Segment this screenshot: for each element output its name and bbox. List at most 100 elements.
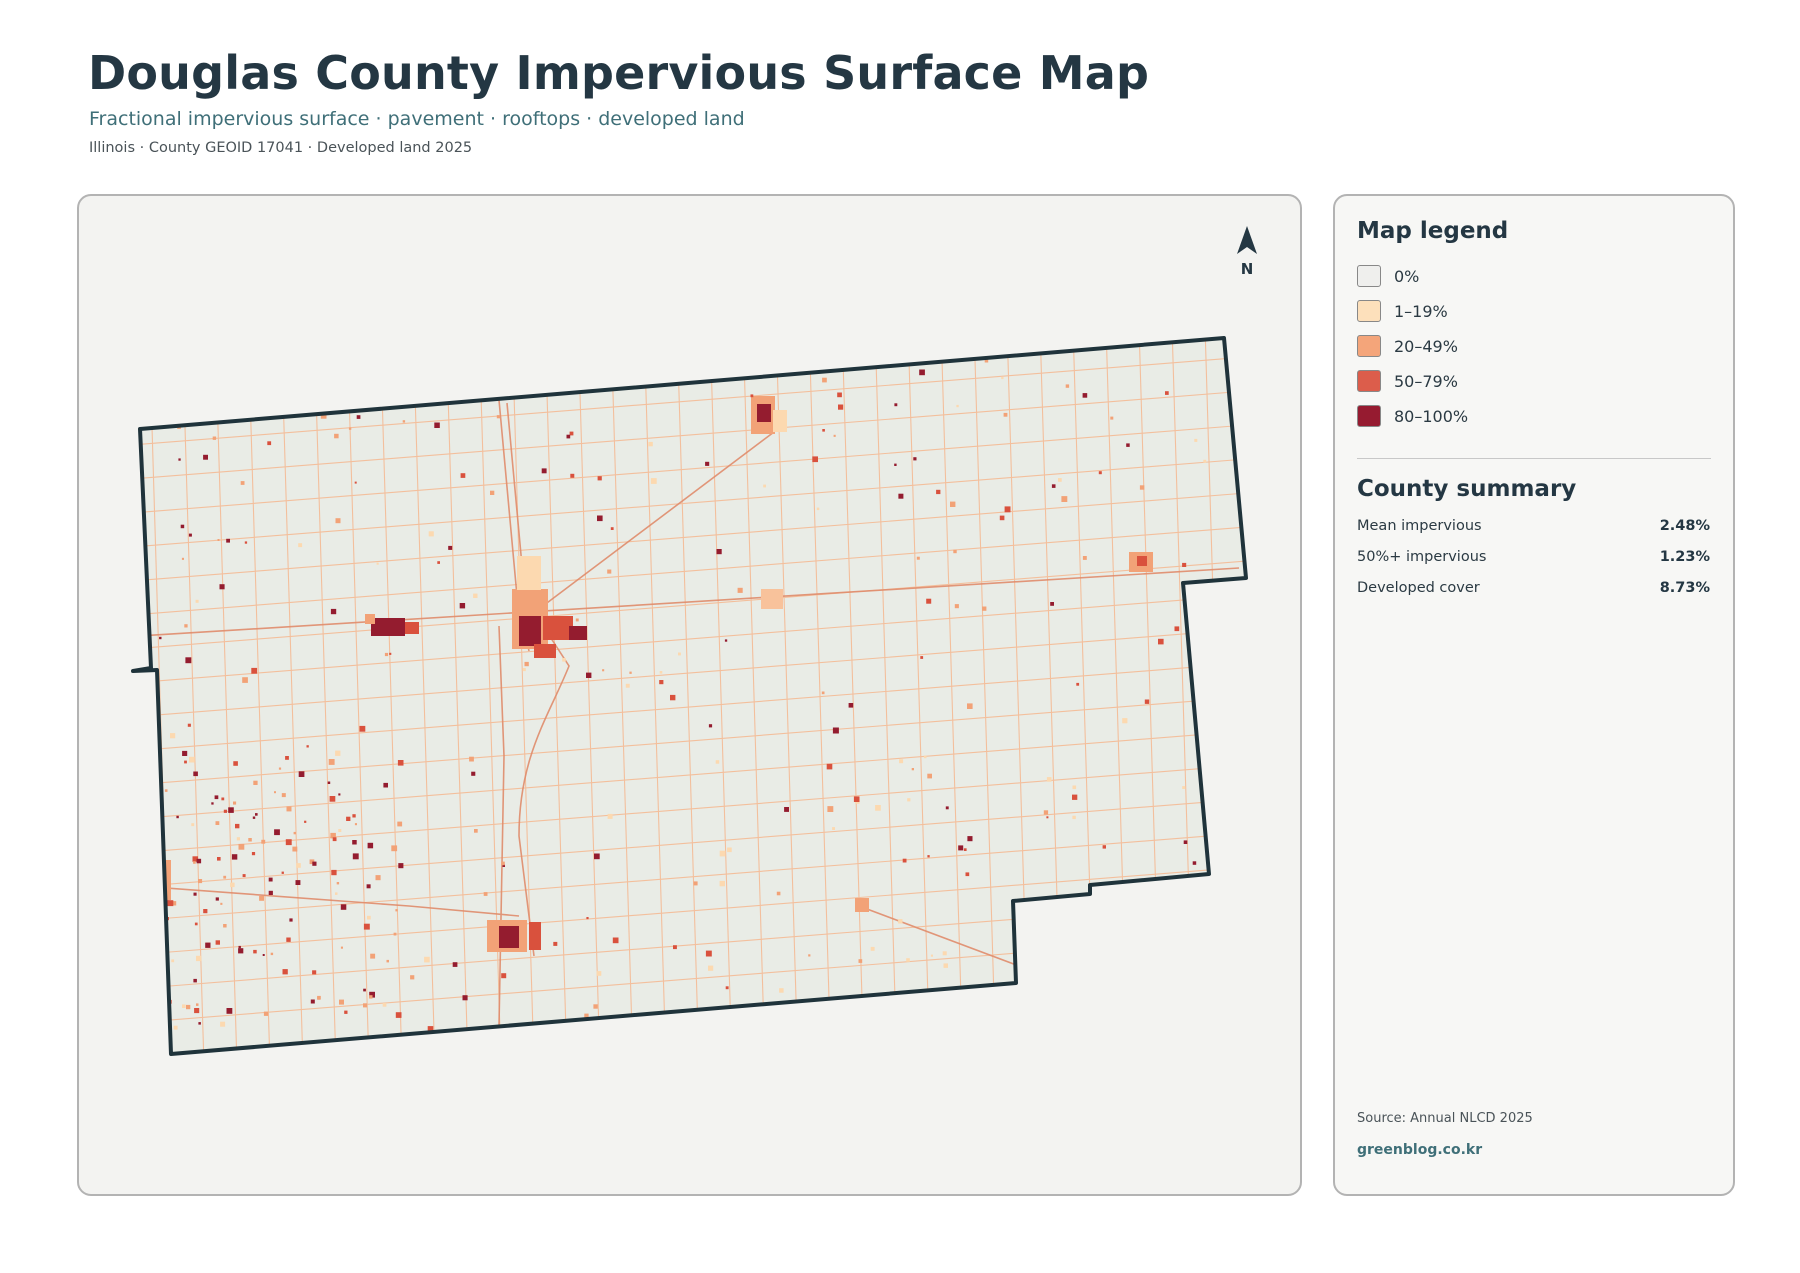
development-patch [354, 823, 357, 826]
development-patch [263, 1011, 269, 1016]
development-patch [1072, 785, 1077, 790]
development-patch [607, 569, 612, 574]
development-patch [481, 370, 486, 374]
development-patch [954, 604, 959, 609]
development-patch [1206, 658, 1210, 663]
development-patch [779, 988, 784, 993]
development-patch [927, 855, 930, 858]
development-patch [203, 454, 208, 460]
development-patch [336, 882, 340, 885]
development-patch [575, 618, 579, 622]
development-patch [1003, 412, 1008, 417]
development-patch [597, 476, 602, 481]
development-patch [490, 490, 495, 495]
development-patch [338, 793, 341, 796]
development-patch [596, 971, 602, 976]
development-patch [230, 882, 235, 888]
town-south [487, 920, 541, 952]
development-patch [196, 1003, 199, 1006]
development-patch [982, 606, 987, 611]
development-patch [191, 823, 195, 827]
development-patch [141, 971, 147, 978]
development-patch [236, 837, 240, 841]
development-patch [410, 975, 415, 980]
development-patch [705, 950, 712, 957]
development-patch [167, 900, 174, 907]
stat-label: Developed cover [1357, 580, 1480, 596]
map-panel[interactable]: N [77, 194, 1302, 1196]
development-patch [501, 973, 507, 979]
development-patch [312, 861, 317, 866]
development-patch [395, 1012, 402, 1018]
development-patch [875, 805, 881, 811]
development-patch [285, 756, 289, 760]
development-patch [293, 831, 296, 835]
development-patch [261, 839, 266, 844]
development-patch [719, 880, 725, 887]
development-patch [354, 481, 357, 484]
development-patch [610, 527, 614, 530]
development-patch [426, 353, 429, 356]
development-patch [386, 959, 389, 963]
development-patch [259, 895, 264, 901]
development-patch [1082, 393, 1088, 398]
development-patch [157, 931, 163, 938]
development-patch [203, 909, 208, 914]
development-patch [522, 668, 526, 672]
development-patch [926, 598, 932, 604]
development-patch [822, 429, 825, 432]
development-patch [251, 667, 258, 674]
development-patch [827, 806, 834, 812]
county-map[interactable]: N [79, 196, 1302, 1196]
source-note: Source: Annual NLCD 2025 [1357, 1111, 1533, 1126]
development-patch [1046, 816, 1049, 819]
development-patch [1058, 478, 1062, 482]
development-patch [214, 795, 219, 800]
development-patch [755, 355, 760, 360]
development-patch [283, 347, 289, 353]
development-patch [1110, 416, 1114, 420]
development-patch [317, 995, 321, 1000]
development-patch [826, 763, 833, 770]
development-patch [1050, 602, 1054, 606]
legend-swatch [1357, 335, 1381, 357]
development-patch [268, 877, 273, 882]
page-caption: Illinois · County GEOID 17041 · Develope… [89, 140, 473, 156]
development-patch [673, 347, 678, 352]
legend-label: 0% [1394, 266, 1420, 286]
development-patch [304, 820, 307, 823]
development-patch [375, 875, 381, 881]
development-patch [205, 942, 211, 948]
development-patch [363, 1003, 368, 1008]
development-patch [913, 457, 917, 461]
development-patch [150, 848, 154, 851]
development-patch [812, 456, 818, 463]
development-patch [334, 433, 339, 439]
development-patch [366, 884, 371, 889]
development-patch [359, 725, 366, 732]
development-patch [833, 434, 836, 437]
development-patch [848, 703, 854, 708]
development-patch [335, 892, 338, 895]
development-patch [164, 789, 168, 792]
grid-road [119, 1070, 1259, 1160]
development-patch [927, 773, 932, 779]
development-patch [373, 351, 378, 357]
development-patch [1065, 384, 1070, 388]
development-patch [963, 848, 967, 851]
legend-item: 20–49% [1357, 334, 1458, 358]
development-patch [452, 962, 458, 967]
development-patch [338, 829, 342, 832]
development-patch [726, 358, 730, 362]
development-patch [310, 999, 315, 1004]
development-patch [270, 952, 274, 956]
development-patch [1072, 794, 1078, 800]
development-patch [727, 847, 732, 853]
development-patch [194, 922, 198, 926]
development-patch [156, 907, 161, 912]
development-patch [958, 845, 964, 851]
development-patch [363, 988, 366, 992]
development-patch [659, 671, 663, 674]
legend-swatch [1357, 405, 1381, 427]
brand-link[interactable]: greenblog.co.kr [1357, 1142, 1482, 1158]
